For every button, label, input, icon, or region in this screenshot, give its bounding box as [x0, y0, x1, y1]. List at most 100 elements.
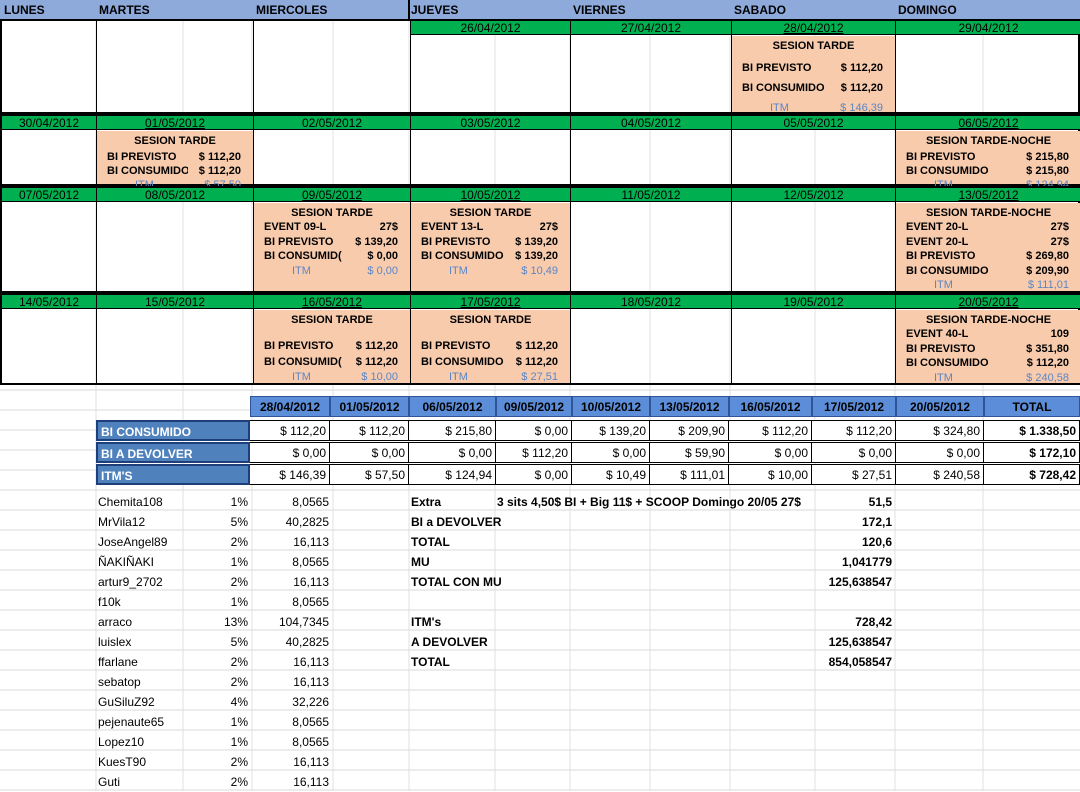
day-cell[interactable]: 14/05/2012	[2, 294, 97, 383]
summary-col-header: 06/05/2012	[409, 396, 496, 417]
player-name: GuSiluZ92	[98, 695, 155, 709]
session-box: SESION TARDE BI PREVISTO $ 112,20 BI CONSUM…	[411, 310, 570, 383]
summary-col-header: TOTAL	[984, 396, 1080, 417]
day-header-4: VIERNES	[573, 3, 626, 17]
session-row-label: BI PREVISTO	[264, 340, 334, 352]
date-bar: 27/04/2012	[571, 20, 731, 35]
day-header-6: DOMINGO	[898, 3, 957, 17]
player-name: luislex	[98, 635, 132, 649]
summary-col-header: 17/05/2012	[812, 396, 896, 417]
session-box: SESION TARDE BI PREVISTO $ 112,20 BI CONSUM…	[732, 36, 895, 114]
date-bar: 01/05/2012	[97, 115, 253, 130]
day-cell[interactable]: 17/05/2012 SESION TARDE BI PREVISTO $ 112,2…	[411, 294, 571, 383]
itm-value: $ 10,00	[361, 371, 398, 383]
summary-cell: $ 0,00	[496, 420, 572, 441]
summary-row-label: ITM'S	[96, 464, 250, 485]
day-cell[interactable]: 03/05/2012	[411, 115, 571, 184]
date-bar: 26/04/2012	[411, 20, 570, 35]
day-cell[interactable]: 08/05/2012	[97, 187, 254, 291]
player-amount: 40,2825	[285, 635, 329, 649]
session-row-value: $ 112,20	[1026, 357, 1069, 369]
session-row-value: $ 112,20	[355, 355, 398, 368]
extra-label: ITM's	[411, 615, 442, 629]
player-percent: 13%	[223, 615, 248, 629]
day-cell[interactable]: 09/05/2012 SESION TARDE EVENT 09-L 27$ BI PR…	[254, 187, 411, 291]
day-cell[interactable]	[97, 21, 254, 112]
session-row-value: $ 269,80	[1026, 250, 1069, 262]
day-cell[interactable]: 01/05/2012 SESION TARDE BI PREVISTO $ 112,2…	[97, 115, 254, 191]
day-cell[interactable]: 16/05/2012 SESION TARDE BI PREVISTO $ 112,2…	[254, 294, 411, 383]
day-cell[interactable]: 05/05/2012	[732, 115, 896, 184]
date-bar: 13/05/2012	[896, 187, 1080, 202]
day-cell[interactable]: 29/04/2012	[896, 20, 1080, 112]
extra-note: 3 sits 4,50$ BI + Big 11$ + SCOOP Doming…	[497, 495, 801, 509]
summary-cell: $ 112,20	[812, 420, 896, 441]
day-header-0: LUNES	[4, 3, 45, 17]
day-cell[interactable]: 12/05/2012	[732, 187, 896, 291]
summary-cell: $ 0,00	[729, 442, 812, 463]
day-cell[interactable]: 28/04/2012 SESION TARDE BI PREVISTO $ 112,2…	[732, 20, 896, 114]
player-name: MrVila12	[98, 515, 146, 529]
session-row-value: 27$	[1050, 221, 1069, 233]
session-row-value: $ 112,20	[840, 62, 883, 74]
player-percent: 2%	[230, 755, 248, 769]
day-cell[interactable]: 13/05/2012 SESION TARDE-NOCHE EVENT 20-L 27…	[896, 187, 1080, 291]
session-row-value: $ 112,20	[198, 165, 241, 177]
player-amount: 8,0565	[292, 735, 329, 749]
summary-cell: $ 27,51	[812, 464, 896, 485]
date-bar: 09/05/2012	[254, 187, 410, 202]
session-row-value: $ 215,80	[1026, 165, 1069, 177]
player-percent: 1%	[230, 735, 248, 749]
player-name: arraco	[98, 615, 133, 629]
summary-cell: $ 112,20	[250, 420, 330, 441]
itm-value: $ 146,39	[840, 102, 883, 114]
calendar-week-2: 07/05/2012 08/05/2012 09/05/2012 SESION TAR…	[0, 186, 1080, 293]
summary-col-header: 09/05/2012	[496, 396, 572, 417]
summary-cell: $ 10,49	[572, 464, 650, 485]
day-cell[interactable]: 04/05/2012	[571, 115, 732, 184]
session-title: SESION TARDE-NOCHE	[925, 207, 1052, 219]
day-cell[interactable]: 15/05/2012	[97, 294, 254, 383]
player-amount: 16,113	[293, 575, 329, 589]
player-amount: 104,7345	[278, 615, 329, 629]
summary-cell: $ 0,00	[896, 442, 984, 463]
player-amount: 8,0565	[292, 495, 329, 509]
summary-cell: $ 728,42	[984, 464, 1080, 485]
player-percent: 1%	[230, 495, 248, 509]
summary-cell: $ 0,00	[250, 442, 330, 463]
player-name: ffarlane	[98, 655, 138, 669]
day-cell[interactable]: 27/04/2012	[571, 20, 732, 112]
day-cell[interactable]: 11/05/2012	[571, 187, 732, 291]
summary-cell: $ 146,39	[250, 464, 330, 485]
summary-cell: $ 112,20	[729, 420, 812, 441]
extra-value: 854,058547	[828, 655, 892, 669]
extra-value: 125,638547	[828, 635, 892, 649]
summary-cell: $ 0,00	[409, 442, 496, 463]
day-header-row: LUNES MARTES MIERCOLES JUEVES VIERNES SABADO D…	[0, 0, 1080, 21]
player-amount: 16,113	[293, 775, 329, 789]
day-cell[interactable]	[254, 21, 411, 112]
session-row-label: BI PREVISTO	[906, 342, 976, 355]
session-row-label: BI CONSUMIDO	[906, 264, 989, 277]
player-amount: 32,226	[292, 695, 329, 709]
extra-value: 728,42	[855, 615, 892, 629]
player-percent: 2%	[230, 655, 248, 669]
day-cell[interactable]: 26/04/2012	[411, 20, 571, 112]
day-cell[interactable]: 20/05/2012 SESION TARDE-NOCHE EVENT 40-L 10…	[896, 294, 1080, 384]
day-cell[interactable]: 18/05/2012	[571, 294, 732, 383]
session-row-value: $ 112,20	[840, 82, 883, 94]
session-row-label: BI PREVISTO	[906, 151, 976, 163]
day-cell[interactable]: 19/05/2012	[732, 294, 896, 383]
session-title: SESION TARDE-NOCHE	[925, 314, 1052, 326]
day-cell[interactable]: 07/05/2012	[2, 187, 97, 291]
day-cell[interactable]	[2, 21, 97, 112]
player-name: KuesT90	[98, 755, 147, 769]
day-cell[interactable]: 06/05/2012 SESION TARDE-NOCHE BI PREVISTO $…	[896, 115, 1080, 191]
day-header-5: SABADO	[734, 3, 787, 17]
player-name: sebatop	[98, 675, 141, 689]
player-percent: 2%	[230, 535, 248, 549]
day-cell[interactable]: 30/04/2012	[2, 115, 97, 184]
date-bar: 04/05/2012	[571, 115, 731, 130]
day-cell[interactable]: 02/05/2012	[254, 115, 411, 184]
day-cell[interactable]: 10/05/2012 SESION TARDE EVENT 13-L 27$ BI PR…	[411, 187, 571, 291]
